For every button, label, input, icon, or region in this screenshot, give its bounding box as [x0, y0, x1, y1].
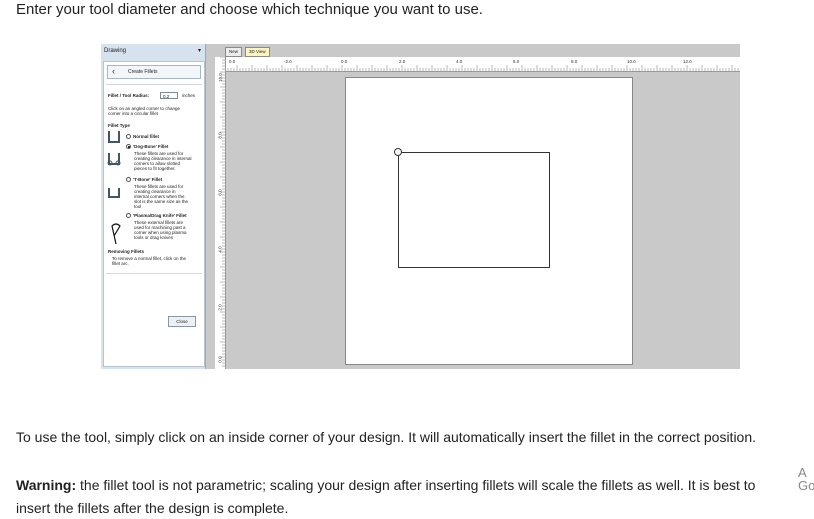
tab-3d-view[interactable]: 3D View: [245, 47, 270, 57]
warning-paragraph-line-2: insert the fillets after the design is c…: [16, 500, 289, 516]
tbone-fillet-radio[interactable]: [126, 177, 131, 182]
ruler-label: 10.0: [627, 59, 636, 64]
warning-paragraph: Warning: the fillet tool is not parametr…: [16, 477, 755, 493]
ruler-label: 10.0: [217, 73, 223, 82]
fillet-corner[interactable]: [394, 148, 402, 156]
normal-fillet-icon: [108, 131, 120, 143]
ad-char: Go: [798, 478, 814, 493]
usage-paragraph: To use the tool, simply click on an insi…: [16, 429, 757, 445]
plasma-fillet-icon: [111, 223, 121, 245]
normal-fillet-radio[interactable]: [126, 134, 131, 139]
radius-label: Fillet / Tool Radius:: [108, 93, 150, 98]
ruler-label: 4.0: [456, 59, 463, 64]
plasma-desc-4: tools or drag knives: [134, 235, 174, 240]
plasma-fillet-radio[interactable]: [126, 213, 131, 218]
removing-fillets-label: Removing Fillets: [108, 249, 145, 254]
ruler-ticks: [222, 65, 739, 71]
fillet-type-label: Fillet Type: [108, 123, 130, 128]
dogbone-fillet-icon: [107, 153, 121, 166]
back-button-label: Create Fillets: [128, 69, 158, 75]
close-button[interactable]: Close: [168, 316, 196, 327]
ruler-label: 6.0: [217, 189, 223, 196]
ad-badge[interactable]: A Go: [798, 466, 814, 492]
normal-fillet-label: Normal fillet: [133, 134, 160, 139]
ruler-label: 2.0: [399, 59, 406, 64]
tbone-desc-4: slot is the same size as the: [134, 199, 189, 204]
ruler-label: 0.0: [217, 356, 223, 363]
dogbone-desc-4: pieces to fit together.: [134, 166, 176, 171]
chevron-left-icon: ‹: [112, 66, 115, 76]
tbone-fillet-icon: [108, 188, 120, 198]
ruler-label: 0.0: [341, 59, 348, 64]
app-screenshot: Drawing ▾ ‹ Create Fillets Fillet / Tool…: [101, 44, 740, 369]
radius-input[interactable]: 0.2: [160, 92, 178, 99]
create-fillets-back-button[interactable]: ‹ Create Fillets: [107, 65, 201, 79]
tbone-fillet-label: 'T-Bone' Fillet: [133, 177, 163, 182]
ruler-label: -2.0: [284, 59, 292, 64]
ruler-label: 4.0: [217, 246, 223, 253]
panel-header: Drawing ▾: [103, 46, 203, 58]
ruler-label: 6.0: [513, 59, 520, 64]
radius-units: inches: [182, 93, 196, 98]
ruler-horizontal: 0.0 -2.0 0.0 2.0 4.0 6.0 8.0 10.0 12.0: [222, 57, 740, 72]
ruler-vertical: 10.0 8.0 6.0 4.0 2.0 0.0: [215, 57, 226, 369]
plasma-fillet-label: 'Plasma/Drag Knife' Fillet: [133, 213, 187, 218]
warning-text: the fillet tool is not parametric; scali…: [76, 477, 756, 493]
panel-body: ‹ Create Fillets Fillet / Tool Radius: 0…: [103, 61, 205, 367]
divider: [106, 273, 202, 274]
tab-new[interactable]: New: [225, 47, 243, 57]
design-rectangle[interactable]: [398, 152, 550, 268]
ruler-label: 0.0: [229, 59, 236, 64]
help-line-2: corner into a circular fillet: [108, 111, 159, 116]
drawing-panel: Drawing ▾ ‹ Create Fillets Fillet / Tool…: [101, 44, 206, 369]
ruler-label: 8.0: [217, 132, 223, 139]
tbone-desc-5: tool: [134, 204, 142, 209]
divider: [106, 84, 202, 85]
dogbone-fillet-radio[interactable]: [126, 144, 131, 149]
pin-icon[interactable]: ▾: [198, 47, 201, 54]
ruler-label: 8.0: [571, 59, 578, 64]
ruler-label: 2.0: [217, 304, 223, 311]
removing-desc-2: fillet arc.: [112, 261, 129, 266]
intro-text: Enter your tool diameter and choose whic…: [16, 1, 483, 18]
warning-label: Warning:: [16, 477, 77, 493]
panel-title: Drawing: [104, 48, 127, 54]
ruler-ticks: [220, 57, 225, 367]
dogbone-fillet-label: 'Dog-Bone' Fillet: [133, 144, 169, 149]
ruler-label: 12.0: [683, 59, 692, 64]
